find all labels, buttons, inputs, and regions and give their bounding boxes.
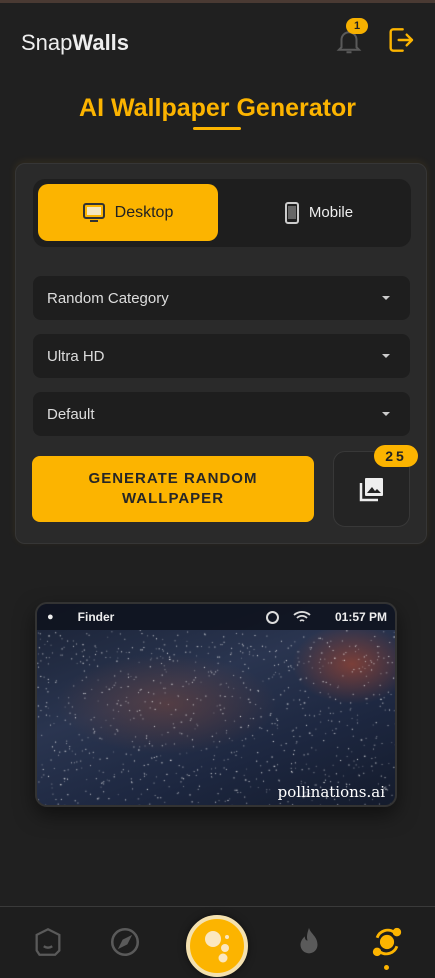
caret-down-icon	[382, 354, 390, 358]
home-icon[interactable]	[31, 925, 65, 959]
create-button[interactable]	[186, 915, 248, 977]
menu-time: 01:57 PM	[334, 610, 387, 624]
select-value: Default	[47, 405, 95, 423]
fire-icon[interactable]	[292, 925, 326, 959]
page-title: AI Wallpaper Generator	[79, 94, 356, 122]
caret-down-icon	[382, 412, 390, 416]
brand-bold: Walls	[72, 30, 130, 55]
generator-card: Desktop Mobile Random Category Ultra HD …	[15, 163, 427, 544]
active-indicator	[384, 965, 389, 970]
watermark: pollinations.ai	[277, 783, 385, 801]
apple-icon: ●	[47, 611, 54, 623]
caret-down-icon	[382, 296, 390, 300]
style-select[interactable]: Default	[33, 392, 410, 436]
select-value: Random Category	[47, 289, 169, 307]
mobile-label: Mobile	[308, 204, 354, 221]
quality-select[interactable]: Ultra HD	[33, 334, 410, 378]
phone-icon	[284, 201, 299, 224]
top-border	[0, 0, 435, 3]
gallery-count-badge: 25	[374, 445, 418, 467]
gallery-icon	[359, 478, 383, 502]
menu-bar: ● Finder 01:57 PM	[37, 604, 395, 630]
select-value: Ultra HD	[47, 347, 105, 365]
desktop-label: Desktop	[114, 203, 174, 221]
device-toggle: Desktop Mobile	[33, 179, 411, 247]
wifi-icon	[293, 611, 311, 622]
generate-button[interactable]: GENERATE RANDOM WALLPAPER	[32, 456, 314, 522]
monitor-icon	[82, 202, 105, 222]
starfield-image	[37, 630, 395, 805]
orbit-icon[interactable]	[370, 925, 404, 959]
compass-icon[interactable]	[108, 925, 142, 959]
generate-label: GENERATE RANDOM WALLPAPER	[88, 470, 258, 507]
logout-icon[interactable]	[384, 24, 416, 56]
mobile-tab[interactable]: Mobile	[229, 184, 409, 241]
brand-logo[interactable]: SnapWalls	[21, 30, 129, 56]
category-select[interactable]: Random Category	[33, 276, 410, 320]
notification-badge: 1	[346, 18, 368, 34]
brand-light: Snap	[21, 30, 73, 55]
title-underline	[193, 127, 241, 130]
menu-app: Finder	[77, 610, 115, 624]
desktop-tab[interactable]: Desktop	[38, 184, 218, 241]
control-center-icon	[265, 610, 279, 624]
wallpaper-preview[interactable]: ● Finder 01:57 PM pollinations.ai	[35, 602, 397, 807]
create-icon	[205, 931, 229, 963]
